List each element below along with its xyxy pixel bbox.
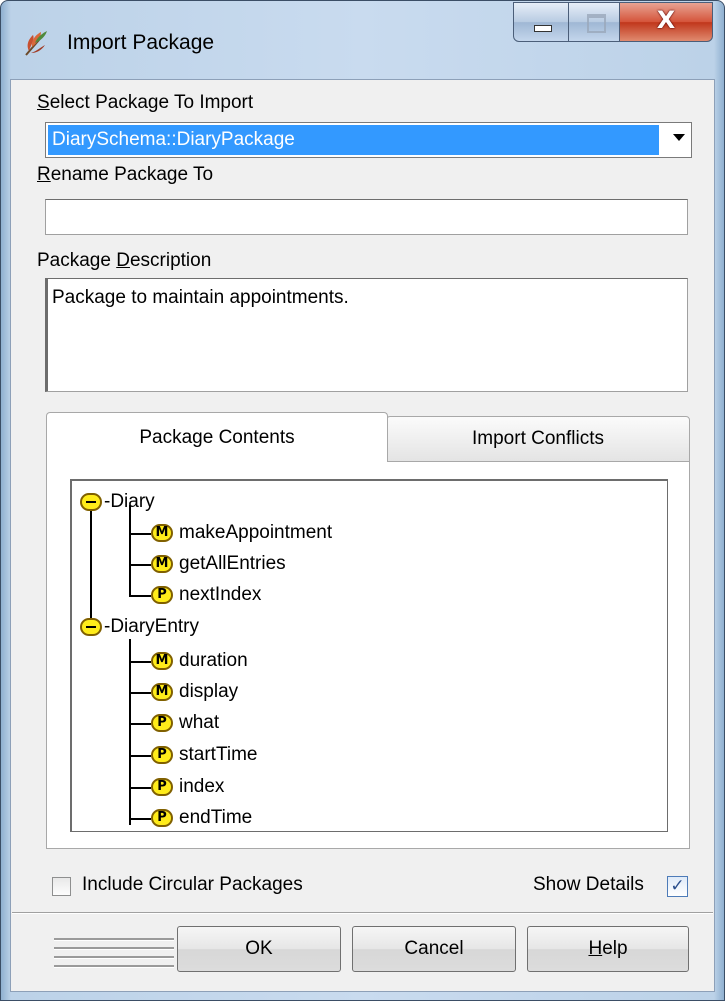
cancel-button[interactable]: Cancel [352,926,516,972]
tree-connector [129,533,151,535]
show-details-checkbox[interactable]: ✓ [667,876,688,897]
package-select-dropdown[interactable]: DiarySchema::DiaryPackage [45,122,692,158]
collapse-toggle-icon[interactable] [80,618,102,636]
tree-node-label: -DiaryEntry [104,616,200,637]
tree-item[interactable]: Mdisplay [151,678,238,706]
tree-item-label: startTime [179,744,258,765]
package-select-value: DiarySchema::DiaryPackage [48,125,659,155]
tab-import-conflicts[interactable]: Import Conflicts [386,416,690,462]
minimize-button[interactable] [513,2,569,42]
package-description-label-text: escription [129,250,212,271]
dropdown-arrow-icon[interactable] [673,134,685,141]
property-badge-icon: P [151,586,173,604]
method-badge-icon: M [151,555,173,573]
tree-item[interactable]: PendTime [151,804,253,831]
method-badge-icon: M [151,652,173,670]
help-button-label: elp [602,938,628,959]
tree-item-label: endTime [179,807,253,828]
tree-item[interactable]: PstartTime [151,741,257,769]
tree-item[interactable]: Pindex [151,773,224,801]
close-icon: X [656,6,676,34]
help-button-mnemonic: H [588,938,603,959]
app-feather-icon [25,31,47,56]
tree-item[interactable]: Mduration [151,647,248,675]
include-circular-checkbox[interactable] [52,877,71,896]
rename-package-label-mnemonic: R [37,164,51,185]
rename-package-label-text: ename Package To [50,164,214,185]
close-button[interactable]: X [619,2,713,42]
select-package-label-text: elect Package To Import [49,92,254,113]
tree-item[interactable]: Pwhat [151,709,219,737]
tree-connector [90,505,92,627]
include-circular-label[interactable]: Include Circular Packages [82,874,303,896]
tree-item[interactable]: MgetAllEntries [151,550,286,578]
resize-grip-icon[interactable] [54,938,174,972]
tree-connector [129,692,151,694]
tab-package-contents[interactable]: Package Contents [46,412,388,462]
maximize-button[interactable] [568,2,620,42]
select-package-label: Select Package To Import [37,92,253,114]
tree-connector [129,564,151,566]
tree-connector [129,639,131,825]
tree-item-label: getAllEntries [179,553,286,574]
rename-package-label: Rename Package To [37,164,213,186]
tree-item-label: nextIndex [179,584,262,605]
tree-connector [129,818,151,820]
property-badge-icon: P [151,714,173,732]
title-bar[interactable]: Import Package X [1,1,724,81]
help-button[interactable]: Help [527,926,689,972]
minimize-icon [534,25,552,32]
package-description-label-mnemonic: D [116,250,130,271]
tree-node-diaryentry[interactable]: -DiaryEntry [80,613,199,641]
tree-item-label: what [179,712,220,733]
package-description-textarea[interactable]: Package to maintain appointments. [45,278,688,392]
tree-item-label: duration [179,650,248,671]
tree-node-diary[interactable]: -Diary [80,488,155,516]
property-badge-icon: P [151,746,173,764]
tree-connector [129,595,151,597]
tree-item[interactable]: PnextIndex [151,581,261,609]
collapse-toggle-icon[interactable] [80,493,102,511]
package-contents-tree[interactable]: -Diary MmakeAppointment MgetAllEntries P… [70,479,668,832]
show-details-label[interactable]: Show Details [533,874,644,896]
tree-connector [129,787,151,789]
rename-package-input[interactable] [45,199,688,235]
ok-button[interactable]: OK [177,926,341,972]
window-title: Import Package [67,31,215,54]
method-badge-icon: M [151,683,173,701]
tree-connector [129,755,151,757]
tree-connector [129,505,131,597]
select-package-label-mnemonic: S [37,92,50,113]
tree-item-label: index [179,776,225,797]
package-description-label-prefix: Package [37,250,117,271]
tree-item-label: display [179,681,239,702]
tree-item-label: makeAppointment [179,522,333,543]
method-badge-icon: M [151,524,173,542]
property-badge-icon: P [151,809,173,827]
tree-connector [129,723,151,725]
property-badge-icon: P [151,778,173,796]
divider [12,912,713,914]
tree-node-label: -Diary [104,491,155,512]
tree-connector [129,661,151,663]
maximize-icon [587,14,606,33]
tree-item[interactable]: MmakeAppointment [151,519,332,547]
package-description-label: Package Description [37,250,211,272]
checkmark-icon: ✓ [670,876,685,896]
